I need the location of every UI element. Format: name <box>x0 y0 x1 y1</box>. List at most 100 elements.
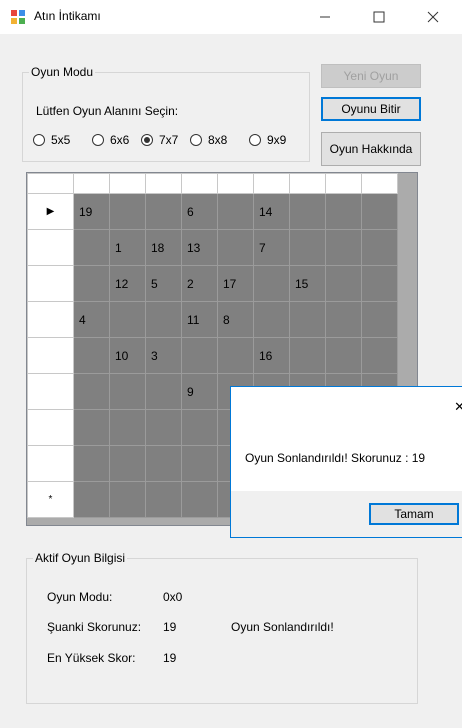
row-header[interactable] <box>27 409 74 446</box>
row-header[interactable] <box>27 229 74 266</box>
grid-cell[interactable] <box>289 337 326 374</box>
grid-cell[interactable] <box>73 445 110 482</box>
grid-cell[interactable] <box>325 265 362 302</box>
column-header[interactable] <box>145 173 182 194</box>
grid-cell[interactable] <box>145 445 182 482</box>
grid-row[interactable]: 12 5 2 17 15 <box>27 265 398 302</box>
title-bar: Atın İntikamı <box>0 0 462 34</box>
row-header[interactable] <box>27 337 74 374</box>
grid-cell[interactable]: 18 <box>145 229 182 266</box>
radio-label: 8x8 <box>208 133 228 147</box>
grid-cell[interactable] <box>73 373 110 410</box>
grid-cell[interactable] <box>73 481 110 518</box>
grid-cell[interactable] <box>181 481 218 518</box>
grid-cell[interactable] <box>253 265 290 302</box>
grid-row[interactable]: 4 11 8 <box>27 301 398 338</box>
grid-cell[interactable]: 19 <box>73 193 110 230</box>
column-header[interactable] <box>289 173 326 194</box>
row-header[interactable] <box>27 265 74 302</box>
dialog-ok-button[interactable]: Tamam <box>369 503 459 525</box>
grid-cell[interactable] <box>361 193 398 230</box>
radio-5x5[interactable]: 5x5 <box>33 133 70 147</box>
new-row-marker-icon[interactable]: * <box>27 481 74 518</box>
dialog-footer: Tamam <box>231 491 462 537</box>
grid-cell[interactable] <box>361 301 398 338</box>
radio-9x9[interactable]: 9x9 <box>249 133 286 147</box>
grid-cell[interactable] <box>361 337 398 374</box>
grid-cell[interactable]: 12 <box>109 265 146 302</box>
grid-cell[interactable] <box>217 337 254 374</box>
grid-cell[interactable]: 9 <box>181 373 218 410</box>
grid-cell[interactable] <box>145 481 182 518</box>
column-header[interactable] <box>73 173 110 194</box>
radio-8x8[interactable]: 8x8 <box>190 133 227 147</box>
grid-cell[interactable] <box>289 193 326 230</box>
grid-cell[interactable]: 13 <box>181 229 218 266</box>
grid-cell[interactable] <box>73 265 110 302</box>
grid-cell[interactable] <box>109 373 146 410</box>
grid-cell[interactable]: 3 <box>145 337 182 374</box>
grid-cell[interactable]: 11 <box>181 301 218 338</box>
grid-cell[interactable] <box>145 193 182 230</box>
grid-cell[interactable] <box>145 409 182 446</box>
grid-cell[interactable]: 8 <box>217 301 254 338</box>
grid-cell[interactable] <box>109 301 146 338</box>
grid-cell[interactable] <box>73 229 110 266</box>
maximize-button[interactable] <box>356 0 402 34</box>
grid-cell[interactable] <box>325 301 362 338</box>
row-header[interactable] <box>27 301 74 338</box>
radio-6x6[interactable]: 6x6 <box>92 133 129 147</box>
grid-cell[interactable]: 4 <box>73 301 110 338</box>
grid-cell[interactable] <box>361 265 398 302</box>
grid-cell[interactable]: 2 <box>181 265 218 302</box>
grid-cell[interactable]: 10 <box>109 337 146 374</box>
end-game-button[interactable]: Oyunu Bitir <box>321 97 421 121</box>
grid-cell[interactable] <box>361 229 398 266</box>
grid-cell[interactable] <box>181 409 218 446</box>
grid-cell[interactable]: 5 <box>145 265 182 302</box>
radio-7x7[interactable]: 7x7 <box>141 133 178 147</box>
row-header[interactable] <box>27 445 74 482</box>
grid-cell[interactable] <box>73 337 110 374</box>
grid-cell[interactable] <box>109 445 146 482</box>
grid-cell[interactable] <box>289 301 326 338</box>
grid-cell[interactable] <box>325 229 362 266</box>
grid-cell[interactable] <box>325 337 362 374</box>
grid-cell[interactable] <box>73 409 110 446</box>
grid-cell[interactable] <box>289 229 326 266</box>
grid-cell[interactable] <box>217 193 254 230</box>
grid-cell[interactable] <box>217 229 254 266</box>
column-header[interactable] <box>253 173 290 194</box>
grid-cell[interactable]: 17 <box>217 265 254 302</box>
grid-cell[interactable] <box>253 301 290 338</box>
column-header[interactable] <box>109 173 146 194</box>
grid-cell[interactable] <box>109 481 146 518</box>
grid-row[interactable]: ▶ 19 6 14 <box>27 193 398 230</box>
grid-row[interactable]: 1 18 13 7 <box>27 229 398 266</box>
new-game-button[interactable]: Yeni Oyun <box>321 64 421 88</box>
close-button[interactable] <box>410 0 456 34</box>
grid-cell[interactable]: 14 <box>253 193 290 230</box>
dialog-close-icon[interactable]: ✕ <box>454 399 462 415</box>
grid-cell[interactable] <box>145 373 182 410</box>
grid-cell[interactable] <box>109 409 146 446</box>
column-header[interactable] <box>217 173 254 194</box>
grid-row[interactable]: 10 3 16 <box>27 337 398 374</box>
about-button[interactable]: Oyun Hakkında <box>321 132 421 166</box>
grid-cell[interactable] <box>109 193 146 230</box>
grid-cell[interactable] <box>181 337 218 374</box>
grid-cell[interactable]: 6 <box>181 193 218 230</box>
current-row-marker-icon[interactable]: ▶ <box>27 193 74 230</box>
column-header[interactable] <box>181 173 218 194</box>
grid-cell[interactable] <box>145 301 182 338</box>
minimize-button[interactable] <box>302 0 348 34</box>
column-header[interactable] <box>325 173 362 194</box>
grid-cell[interactable]: 7 <box>253 229 290 266</box>
row-header[interactable] <box>27 373 74 410</box>
grid-cell[interactable] <box>325 193 362 230</box>
grid-cell[interactable] <box>181 445 218 482</box>
column-header[interactable] <box>361 173 398 194</box>
grid-cell[interactable]: 1 <box>109 229 146 266</box>
grid-cell[interactable]: 15 <box>289 265 326 302</box>
grid-cell[interactable]: 16 <box>253 337 290 374</box>
